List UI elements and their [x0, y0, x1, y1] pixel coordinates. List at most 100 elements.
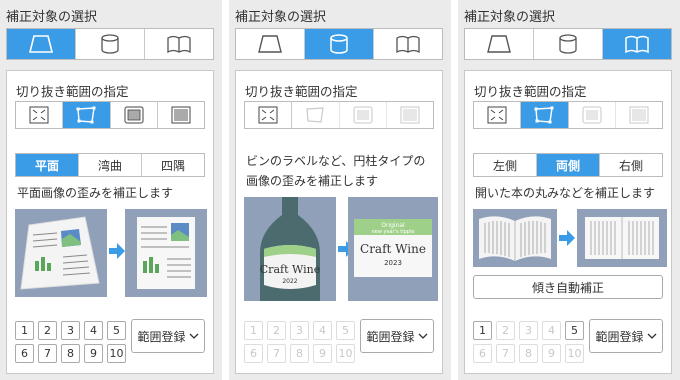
register-range-dropdown[interactable]: 範囲登録: [360, 319, 434, 353]
page-button[interactable]: 7: [38, 344, 57, 363]
tab-left-side[interactable]: 左側: [474, 154, 537, 176]
crop-quad-button[interactable]: [292, 102, 340, 128]
page-button[interactable]: 5: [336, 321, 355, 340]
crop-quad-button[interactable]: [63, 102, 111, 128]
tab-flat[interactable]: 平面: [16, 154, 79, 176]
page-button[interactable]: 2: [267, 321, 286, 340]
crop-inner-button[interactable]: [339, 102, 387, 128]
crop-mode-selector: [473, 101, 663, 129]
page-button[interactable]: 1: [473, 321, 492, 340]
auto-tilt-correction-button[interactable]: 傾き自動補正: [473, 275, 663, 299]
tab-curved[interactable]: 湾曲: [79, 154, 142, 176]
panel-cylinder: 補正対象の選択 切り抜き範囲の指定 ビンのラベルなど、円柱タイプの 画像の歪みを…: [229, 0, 451, 380]
page-button[interactable]: 6: [15, 344, 34, 363]
chevron-down-icon: [418, 333, 427, 339]
crop-settings-box: 切り抜き範囲の指定 左側 両側 右側 開いた本の丸みなどを補正します 傾き自動補…: [464, 70, 672, 374]
crop-full-button[interactable]: [16, 102, 64, 128]
crop-inner-button[interactable]: [568, 102, 616, 128]
panel-title: 補正対象の選択: [464, 10, 556, 25]
register-range-dropdown[interactable]: 範囲登録: [131, 319, 205, 353]
cylinder-icon: [101, 34, 119, 54]
crop-full-button[interactable]: [474, 102, 522, 128]
crop-outer-button[interactable]: [157, 102, 204, 128]
page-button[interactable]: 6: [473, 344, 492, 363]
panel-title: 補正対象の選択: [235, 10, 327, 25]
crop-mode-selector: [15, 101, 205, 129]
open-book-icon: [625, 35, 649, 54]
wine-label-header2: new year's tipple: [372, 229, 415, 235]
right-arrow-icon: [559, 230, 575, 246]
page-button[interactable]: 6: [244, 344, 263, 363]
page-button[interactable]: 7: [496, 344, 515, 363]
register-range-dropdown[interactable]: 範囲登録: [589, 319, 663, 353]
target-cylinder-button[interactable]: [305, 29, 374, 59]
description-line: 画像の歪みを補正します: [246, 174, 379, 188]
tab-right-side[interactable]: 右側: [600, 154, 662, 176]
corrected-document-image: [137, 217, 195, 289]
flattened-book-image: [585, 217, 659, 259]
target-cylinder-button[interactable]: [76, 29, 145, 59]
quad-select-icon: [534, 106, 554, 124]
crop-quad-button[interactable]: [521, 102, 569, 128]
page-button[interactable]: 8: [519, 344, 538, 363]
page-button[interactable]: 9: [542, 344, 561, 363]
crop-settings-box: 切り抜き範囲の指定 ビンのラベルなど、円柱タイプの 画像の歪みを補正します Cr…: [235, 70, 443, 374]
outer-frame-icon: [400, 106, 420, 124]
description: 平面画像の歪みを補正します: [17, 186, 174, 200]
bottle-label-text: Craft Wine: [260, 263, 320, 276]
crop-label: 切り抜き範囲の指定: [245, 84, 358, 99]
page-button[interactable]: 7: [267, 344, 286, 363]
page-button[interactable]: 3: [290, 321, 309, 340]
page-button[interactable]: 3: [519, 321, 538, 340]
page-button[interactable]: 1: [244, 321, 263, 340]
page-button[interactable]: 3: [61, 321, 80, 340]
target-selector: [6, 28, 214, 60]
page-button[interactable]: 10: [336, 344, 355, 363]
target-flat-button[interactable]: [236, 29, 305, 59]
tab-both-sides[interactable]: 両側: [537, 154, 600, 176]
wine-label-year: 2023: [384, 259, 402, 267]
cylinder-icon: [330, 34, 348, 54]
before-illustration: Craft Wine 2022: [244, 197, 336, 301]
page-button[interactable]: 5: [565, 321, 584, 340]
page-button[interactable]: 1: [15, 321, 34, 340]
page-button[interactable]: 9: [313, 344, 332, 363]
tab-four-corners[interactable]: 四隅: [142, 154, 204, 176]
target-book-button[interactable]: [145, 29, 213, 59]
register-label: 範囲登録: [366, 329, 415, 344]
target-flat-button[interactable]: [7, 29, 76, 59]
crop-inner-button[interactable]: [110, 102, 158, 128]
before-illustration: [15, 209, 107, 297]
page-button[interactable]: 5: [107, 321, 126, 340]
target-book-button[interactable]: [603, 29, 671, 59]
target-flat-button[interactable]: [465, 29, 534, 59]
page-button[interactable]: 8: [61, 344, 80, 363]
page-button[interactable]: 2: [496, 321, 515, 340]
wine-bottle-image: Craft Wine 2022: [260, 197, 320, 301]
target-book-button[interactable]: [374, 29, 442, 59]
curved-book-image: [479, 216, 551, 261]
target-selector: [235, 28, 443, 60]
page-button[interactable]: 4: [313, 321, 332, 340]
crop-label: 切り抜き範囲の指定: [474, 84, 587, 99]
description: ビンのラベルなど、円柱タイプの 画像の歪みを補正します: [246, 151, 425, 191]
target-selector: [464, 28, 672, 60]
target-cylinder-button[interactable]: [534, 29, 603, 59]
outer-frame-icon: [629, 106, 649, 124]
page-button[interactable]: 4: [84, 321, 103, 340]
flat-mode-tabs: 平面 湾曲 四隅: [15, 153, 205, 177]
inner-frame-icon: [353, 106, 373, 124]
inner-frame-icon: [582, 106, 602, 124]
page-button[interactable]: 8: [290, 344, 309, 363]
page-button[interactable]: 2: [38, 321, 57, 340]
crop-outer-button[interactable]: [615, 102, 662, 128]
page-button[interactable]: 10: [565, 344, 584, 363]
crop-settings-box: 切り抜き範囲の指定 平面 湾曲 四隅 平面画像の歪みを補正します 1 2 3 4…: [6, 70, 214, 374]
crop-outer-button[interactable]: [386, 102, 433, 128]
crop-full-button[interactable]: [245, 102, 293, 128]
page-button[interactable]: 4: [542, 321, 561, 340]
quad-select-icon: [76, 106, 96, 124]
bottle-label-year: 2022: [282, 278, 297, 285]
page-button[interactable]: 10: [107, 344, 126, 363]
page-button[interactable]: 9: [84, 344, 103, 363]
